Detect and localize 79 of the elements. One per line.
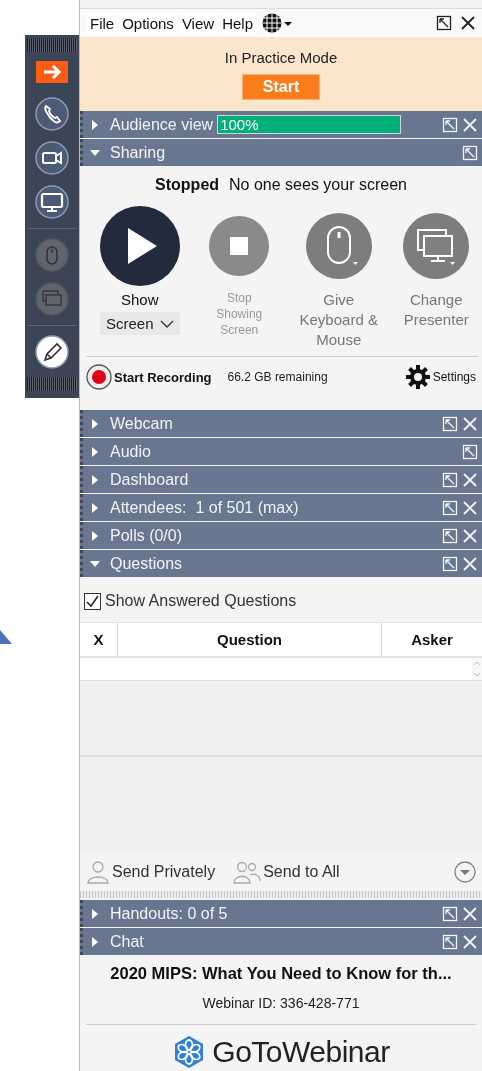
action-label: Change Presenter — [402, 290, 470, 330]
panel-header[interactable]: Dashboard — [80, 466, 482, 493]
panel-title: Webcam — [110, 414, 173, 433]
start-recording-button[interactable]: Start Recording — [86, 364, 212, 390]
meter-reading: 100% — [220, 116, 259, 133]
people-icon — [233, 860, 262, 884]
panel-header[interactable]: Questions — [80, 550, 482, 577]
expand-triangle-icon[interactable] — [90, 446, 100, 457]
practice-mode-text: In Practice Mode — [224, 48, 338, 66]
monitor-icon[interactable] — [35, 185, 69, 219]
collapse-triangle-icon[interactable] — [90, 147, 100, 158]
dropdown-icon[interactable] — [454, 861, 476, 883]
stop-button[interactable] — [209, 216, 270, 276]
panel-header[interactable]: Handouts: 0 of 5 — [80, 900, 482, 927]
checkbox-icon[interactable] — [84, 592, 101, 610]
chevron-icon — [159, 319, 174, 328]
expand-triangle-icon[interactable] — [90, 908, 100, 919]
expand-triangle-icon[interactable] — [90, 418, 100, 429]
send-to-all-button[interactable]: Send to All — [233, 860, 340, 884]
show-answered-checkbox[interactable]: Show Answered Questions — [84, 592, 482, 610]
panel-title: Audience view — [110, 115, 214, 134]
action-label: Give Keyboard & Mouse — [298, 290, 379, 350]
webinar-id: Webinar ID: 336-428-771 — [202, 995, 360, 1011]
menu-item[interactable]: View — [178, 11, 218, 35]
column-header[interactable]: Asker — [381, 623, 482, 656]
scrollbar-icon[interactable] — [472, 658, 482, 680]
panel-header[interactable]: Audio — [80, 438, 482, 465]
screens-button[interactable] — [403, 213, 470, 279]
panel-title: Attendees: 1 of 501 (max) — [110, 498, 299, 517]
column-header[interactable]: X — [80, 623, 117, 656]
panel-title: Dashboard — [110, 470, 189, 489]
splitter-handle[interactable] — [80, 891, 482, 898]
logo-text: GoToWebinar — [212, 1035, 390, 1069]
camera-icon[interactable] — [35, 141, 69, 175]
expand-triangle-icon[interactable] — [90, 936, 100, 947]
panel-header[interactable]: Attendees: 1 of 501 (max) — [80, 494, 482, 521]
panel-header[interactable]: Chat — [80, 928, 482, 955]
settings-button[interactable]: Settings — [404, 364, 476, 390]
pointer-arrow-icon — [0, 628, 12, 646]
grip-handle[interactable] — [27, 38, 77, 52]
panel-title: Audio — [110, 442, 151, 461]
sharing-status: Stopped No one sees your screen — [154, 176, 408, 194]
send-privately-button[interactable]: Send Privately — [86, 860, 216, 884]
panel-header[interactable]: Webcam — [80, 410, 482, 437]
record-icon — [86, 364, 112, 390]
globe-icon[interactable] — [261, 12, 293, 34]
undock-icon[interactable] — [436, 15, 452, 31]
panel-title: Questions — [110, 554, 183, 573]
grip-handle[interactable] — [27, 377, 77, 391]
webinar-title: 2020 MIPS: What You Need to Know for th... — [110, 964, 452, 983]
column-header[interactable]: Question — [117, 623, 381, 656]
panel-title: Polls (0/0) — [110, 526, 183, 545]
panel-header[interactable]: Polls (0/0) — [80, 522, 482, 549]
expand-triangle-icon[interactable] — [90, 474, 100, 485]
panel-title: Handouts: 0 of 5 — [110, 904, 228, 923]
panel-header[interactable]: Sharing — [80, 139, 482, 166]
arrow-button[interactable] — [36, 61, 68, 83]
expand-triangle-icon[interactable] — [90, 502, 100, 513]
action-label: Show — [120, 290, 159, 310]
screen-dropdown[interactable]: Screen — [99, 312, 180, 335]
menu-item[interactable]: File — [87, 11, 118, 35]
storage-remaining: 66.2 GB remaining — [227, 370, 328, 384]
settings-icon — [404, 364, 431, 390]
panel-title: Sharing — [110, 143, 166, 162]
play-button[interactable] — [99, 206, 180, 286]
menu-item[interactable]: Help — [219, 11, 256, 35]
expand-triangle-icon[interactable] — [90, 119, 100, 130]
expand-triangle-icon[interactable] — [90, 530, 100, 541]
mouse-icon[interactable] — [35, 238, 69, 272]
pencil-icon[interactable] — [35, 335, 69, 369]
close-icon[interactable] — [460, 15, 476, 31]
panel-header[interactable]: Audience view 100% — [80, 111, 482, 138]
menu-item[interactable]: Options — [119, 11, 177, 35]
panel-title: Chat — [110, 932, 144, 951]
phone-icon[interactable] — [35, 97, 69, 131]
mouse-button[interactable] — [305, 213, 372, 279]
person-icon — [86, 860, 110, 884]
action-label: Stop Showing Screen — [215, 290, 264, 338]
collapse-triangle-icon[interactable] — [90, 558, 100, 569]
